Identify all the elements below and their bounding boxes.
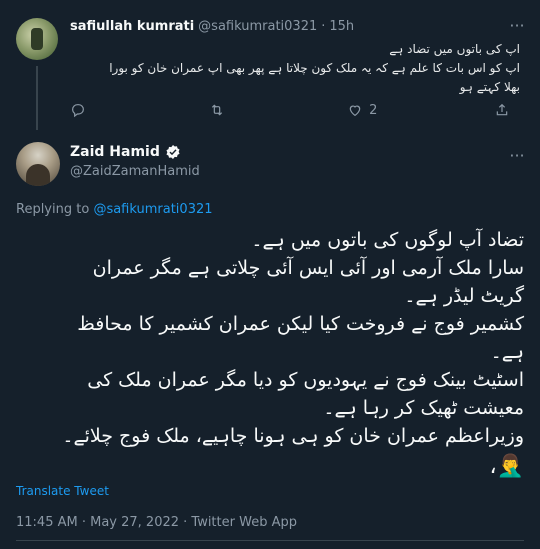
author-name[interactable]: safiullah kumrati bbox=[70, 19, 194, 34]
author-handle[interactable]: @safikumrati0321 bbox=[198, 19, 317, 34]
avatar[interactable] bbox=[16, 18, 58, 60]
share-button[interactable] bbox=[494, 102, 510, 118]
more-options-icon[interactable]: ··· bbox=[506, 144, 528, 166]
reply-tweet[interactable]: safiullah kumrati @safikumrati0321 · 15h… bbox=[0, 0, 540, 130]
translate-tweet-link[interactable]: Translate Tweet bbox=[16, 484, 109, 498]
more-options-label: ··· bbox=[509, 15, 525, 35]
reply-tweet-text: اپ کی باتوں میں تضاد ہے اپ کو اس بات کا … bbox=[70, 40, 520, 97]
like-button[interactable]: 2 bbox=[347, 102, 377, 118]
text-line: معیشت ٹھیک کر رہا ہے۔ bbox=[323, 397, 524, 419]
thread-connector-line bbox=[36, 66, 38, 130]
text-line: اپ کو اس بات کا علم ہے کہ یہ ملک کون چلا… bbox=[109, 61, 520, 75]
text-line: بھلا کہتے ہو bbox=[459, 80, 520, 94]
replying-prefix: Replying to bbox=[16, 202, 90, 217]
text-line: تضاد آپ لوگوں کی باتوں میں ہے۔ bbox=[251, 229, 524, 251]
tweet-time[interactable]: 15h bbox=[329, 19, 354, 34]
text-line: کشمیر فوج نے فروخت کیا لیکن عمران کشمیر … bbox=[77, 313, 524, 335]
verified-badge-icon bbox=[166, 145, 180, 159]
author-name[interactable]: Zaid Hamid bbox=[70, 144, 160, 160]
replying-to: Replying to @safikumrati0321 bbox=[16, 202, 213, 217]
author-name-row: Zaid Hamid bbox=[70, 144, 181, 160]
text-line: ہے۔ bbox=[490, 341, 524, 363]
text-line: سارا ملک آرمی اور آئی ایس آئی چلاتی ہے م… bbox=[92, 257, 524, 279]
like-count: 2 bbox=[369, 102, 378, 118]
share-icon bbox=[496, 103, 508, 116]
more-options-label: ··· bbox=[509, 145, 525, 165]
retweet-icon bbox=[211, 104, 222, 116]
reply-tweet-header: safiullah kumrati @safikumrati0321 · 15h bbox=[70, 19, 354, 34]
heart-icon bbox=[349, 105, 361, 117]
avatar[interactable] bbox=[16, 142, 60, 186]
retweet-button[interactable] bbox=[209, 102, 231, 118]
text-line: وزیراعظم عمران خان کو ہی ہونا چاہیے، ملک… bbox=[62, 425, 524, 447]
tweet-actions: 2 bbox=[70, 102, 510, 118]
facepalm-emoji: 🤦‍♂️، bbox=[489, 454, 525, 479]
text-line: اسٹیٹ بینک فوج نے یہودیوں کو دیا مگر عمر… bbox=[87, 369, 524, 391]
more-options-icon[interactable]: ··· bbox=[506, 14, 528, 36]
text-line: گریٹ لیڈر ہے۔ bbox=[404, 285, 524, 307]
author-handle[interactable]: @ZaidZamanHamid bbox=[70, 164, 200, 179]
tweet-timestamp-source[interactable]: 11:45 AM · May 27, 2022 · Twitter Web Ap… bbox=[16, 515, 297, 530]
main-tweet: Zaid Hamid @ZaidZamanHamid ··· Replying … bbox=[0, 130, 540, 549]
separator-dot: · bbox=[321, 19, 326, 34]
reply-button[interactable] bbox=[70, 102, 92, 118]
divider bbox=[16, 540, 524, 541]
replying-to-link[interactable]: @safikumrati0321 bbox=[93, 202, 212, 217]
tweet-text: تضاد آپ لوگوں کی باتوں میں ہے۔ سارا ملک … bbox=[16, 226, 524, 450]
text-line: اپ کی باتوں میں تضاد ہے bbox=[389, 42, 520, 56]
reply-icon bbox=[72, 104, 84, 118]
